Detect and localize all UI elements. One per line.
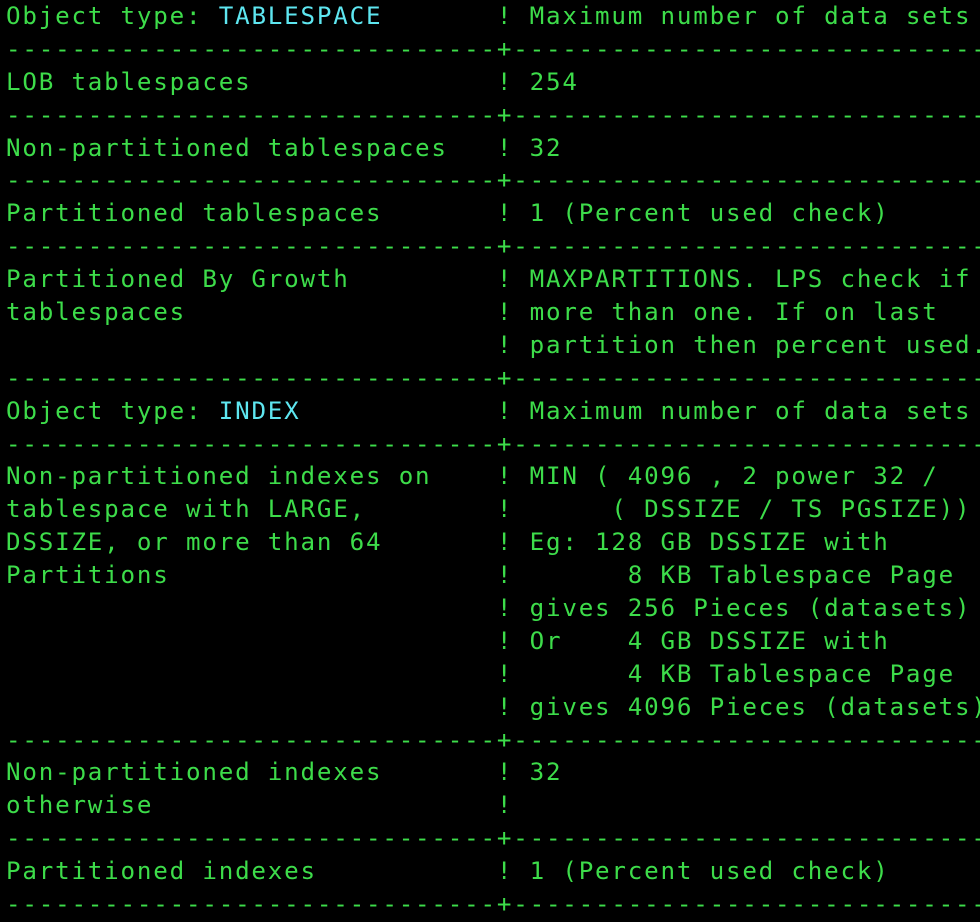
row-label: Non-partitioned indexes on	[6, 462, 497, 491]
row-value: 4 KB Tablespace Page	[529, 659, 956, 688]
row-value: ( DSSIZE / TS PGSIZE))	[529, 495, 972, 524]
section-header: Object type: INDEX ! Maximum number of d…	[6, 395, 980, 428]
row-value: 32	[529, 133, 563, 162]
column-divider: !	[496, 265, 530, 294]
table-row-line: Partitioned indexes ! 1 (Percent used ch…	[6, 855, 980, 888]
separator-line: ------------------------------+---------…	[6, 164, 980, 197]
separator: ------------------------------+---------…	[6, 725, 980, 754]
column-divider: !	[496, 67, 530, 96]
row-label	[6, 693, 497, 721]
separator-line: ------------------------------+---------…	[6, 362, 980, 395]
row-label: Partitioned indexes	[6, 857, 497, 886]
row-label	[6, 594, 497, 622]
column-divider: !	[496, 692, 530, 721]
separator: ------------------------------+---------…	[6, 34, 980, 63]
row-value: gives 4096 Pieces (datasets)	[529, 692, 980, 721]
row-label	[6, 660, 497, 688]
column-divider: !	[496, 659, 530, 688]
object-type-value: TABLESPACE	[218, 2, 383, 30]
column-divider: !	[496, 495, 530, 524]
row-value: MAXPARTITIONS. LPS check if	[529, 265, 972, 294]
table-row-line: LOB tablespaces ! 254	[6, 66, 980, 99]
row-label: DSSIZE, or more than 64	[6, 528, 497, 557]
table-row-line: Partitioned By Growth ! MAXPARTITIONS. L…	[6, 263, 980, 296]
row-value: 254	[529, 67, 579, 96]
table-row-line: tablespaces ! more than one. If on last	[6, 296, 980, 329]
column-divider: !	[496, 133, 530, 162]
column-divider: !	[496, 857, 530, 886]
row-value: gives 256 Pieces (datasets)	[529, 594, 972, 623]
row-value: more than one. If on last	[529, 298, 939, 327]
row-value: partition then percent used.	[529, 330, 980, 359]
separator: ------------------------------+---------…	[6, 100, 980, 129]
separator-line: ------------------------------+---------…	[6, 33, 980, 66]
separator-line: ------------------------------+---------…	[6, 230, 980, 263]
separator: ------------------------------+---------…	[6, 429, 980, 458]
column-divider: !	[496, 626, 530, 655]
separator-line: ------------------------------+---------…	[6, 888, 980, 921]
column-divider: !	[496, 199, 530, 228]
separator-line: ------------------------------+---------…	[6, 428, 980, 461]
row-label: Non-partitioned tablespaces	[6, 133, 497, 162]
table-row-line: ! Or 4 GB DSSIZE with	[6, 625, 980, 658]
column-header: Maximum number of data sets	[529, 2, 972, 30]
column-divider: !	[496, 528, 530, 557]
separator-line: ------------------------------+---------…	[6, 822, 980, 855]
separator: ------------------------------+---------…	[6, 166, 980, 195]
table-row-line: tablespace with LARGE, ! ( DSSIZE / TS P…	[6, 493, 980, 526]
column-divider: !	[496, 330, 530, 359]
table-row-line: ! partition then percent used.	[6, 329, 980, 362]
row-value: 1 (Percent used check)	[529, 857, 890, 886]
separator-line: ------------------------------+---------…	[6, 724, 980, 757]
column-divider: !	[496, 462, 530, 491]
table-row-line: Partitioned tablespaces ! 1 (Percent use…	[6, 197, 980, 230]
column-divider: !	[496, 561, 530, 590]
row-label: Partitioned By Growth	[6, 265, 497, 294]
separator: ------------------------------+---------…	[6, 363, 980, 392]
row-label: otherwise	[6, 791, 497, 820]
separator: ------------------------------+---------…	[6, 824, 980, 853]
row-label: LOB tablespaces	[6, 67, 497, 96]
column-divider: !	[496, 758, 530, 787]
column-divider: !	[496, 791, 530, 820]
separator: ------------------------------+---------…	[6, 890, 980, 919]
object-type-value: INDEX	[218, 396, 301, 425]
separator-line: ------------------------------+---------…	[6, 99, 980, 132]
table-row-line: ! gives 256 Pieces (datasets)	[6, 592, 980, 625]
table-row-line: Non-partitioned indexes on ! MIN ( 4096 …	[6, 460, 980, 493]
table-row-line: Partitions ! 8 KB Tablespace Page	[6, 559, 980, 592]
table-row-line: Non-partitioned indexes ! 32	[6, 756, 980, 789]
row-label: Partitioned tablespaces	[6, 199, 497, 228]
object-type-label: Object type:	[6, 396, 219, 425]
row-label: tablespace with LARGE,	[6, 495, 497, 524]
terminal-screen: Object type: TABLESPACE ! Maximum number…	[0, 0, 980, 921]
table-row-line: Non-partitioned tablespaces ! 32	[6, 132, 980, 165]
row-value: Or 4 GB DSSIZE with	[529, 626, 890, 655]
row-label: Partitions	[6, 561, 497, 590]
column-divider: !	[496, 298, 530, 327]
separator: ------------------------------+---------…	[6, 232, 980, 261]
row-label	[6, 331, 497, 359]
row-label: Non-partitioned indexes	[6, 758, 497, 787]
column-divider: !	[496, 594, 530, 623]
column-divider: !	[300, 396, 530, 425]
table-row-line: otherwise !	[6, 789, 980, 822]
section-header: Object type: TABLESPACE ! Maximum number…	[6, 0, 980, 33]
table-row-line: ! gives 4096 Pieces (datasets)	[6, 691, 980, 724]
column-header: Maximum number of data sets	[529, 396, 972, 425]
row-label: tablespaces	[6, 298, 497, 327]
row-value: 8 KB Tablespace Page	[529, 561, 956, 590]
table-row-line: DSSIZE, or more than 64 ! Eg: 128 GB DSS…	[6, 526, 980, 559]
row-value: MIN ( 4096 , 2 power 32 /	[529, 462, 939, 491]
row-value: 1 (Percent used check)	[529, 199, 890, 228]
row-value: Eg: 128 GB DSSIZE with	[529, 528, 890, 557]
column-divider: !	[382, 2, 530, 30]
table-row-line: ! 4 KB Tablespace Page	[6, 658, 980, 691]
object-type-label: Object type:	[6, 2, 219, 30]
row-label	[6, 627, 497, 655]
row-value: 32	[529, 758, 563, 787]
